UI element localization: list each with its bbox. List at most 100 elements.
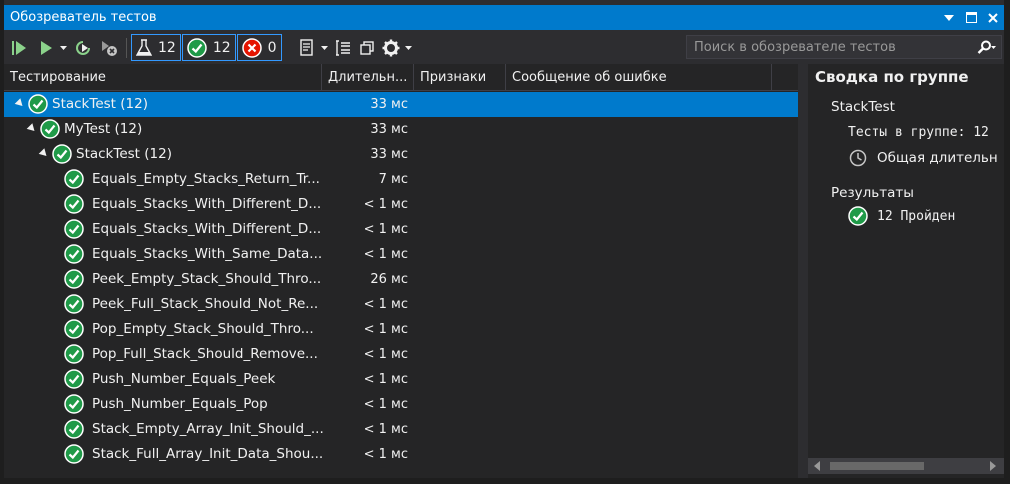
horizontal-scrollbar[interactable] bbox=[808, 458, 1004, 474]
bottom-edge bbox=[0, 478, 1010, 484]
test-row[interactable]: Pop_Full_Stack_Should_Remove... < 1 мс bbox=[4, 342, 798, 367]
test-duration: < 1 мс bbox=[363, 197, 408, 212]
test-name: Stack_Empty_Array_Init_Should_... bbox=[92, 421, 324, 437]
test-row[interactable]: Equals_Empty_Stacks_Return_Tr... 7 мс bbox=[4, 167, 798, 192]
passed-icon bbox=[64, 369, 84, 389]
test-duration: < 1 мс bbox=[363, 347, 408, 362]
scrollbar-thumb[interactable] bbox=[830, 462, 924, 470]
test-duration: 26 мс bbox=[370, 272, 408, 287]
passed-count: 12 bbox=[212, 39, 231, 56]
passed-icon bbox=[52, 144, 72, 164]
passed-icon bbox=[28, 94, 48, 114]
cancel-run-icon[interactable] bbox=[96, 35, 122, 61]
test-row[interactable]: Push_Number_Equals_Peek < 1 мс bbox=[4, 367, 798, 392]
repeat-run-icon[interactable] bbox=[70, 35, 96, 61]
scroll-right-icon[interactable] bbox=[990, 461, 996, 471]
close-icon[interactable] bbox=[982, 7, 1004, 29]
column-duration[interactable]: Длительн... bbox=[322, 64, 414, 91]
dropdown-icon[interactable] bbox=[938, 7, 960, 29]
column-error[interactable]: Сообщение об ошибке bbox=[506, 64, 772, 91]
expand-arrow-icon[interactable] bbox=[38, 148, 50, 159]
column-test[interactable]: Тестирование bbox=[4, 64, 322, 91]
test-row[interactable]: StackTest (12) 33 мс bbox=[4, 142, 798, 167]
passed-icon bbox=[64, 394, 84, 414]
test-duration: < 1 мс bbox=[363, 372, 408, 387]
run-dropdown-icon[interactable] bbox=[56, 35, 70, 61]
test-row[interactable]: Equals_Stacks_With_Different_D... < 1 мс bbox=[4, 192, 798, 217]
flask-icon bbox=[136, 38, 152, 56]
playlist-dropdown-icon[interactable] bbox=[319, 35, 331, 61]
clock-icon bbox=[849, 149, 867, 167]
test-name: Equals_Stacks_With_Different_D... bbox=[92, 196, 322, 212]
test-name: StackTest (12) bbox=[52, 96, 148, 112]
test-row[interactable]: Equals_Stacks_With_Different_D... < 1 мс bbox=[4, 217, 798, 242]
maximize-icon[interactable] bbox=[960, 7, 982, 29]
test-row[interactable]: Peek_Full_Stack_Should_Not_Re... < 1 мс bbox=[4, 292, 798, 317]
settings-dropdown-icon[interactable] bbox=[403, 35, 415, 61]
test-name: Push_Number_Equals_Peek bbox=[92, 371, 276, 387]
test-duration: 33 мс bbox=[370, 97, 408, 112]
expand-arrow-icon[interactable] bbox=[14, 98, 26, 109]
passed-icon bbox=[64, 194, 84, 214]
passed-icon bbox=[187, 37, 207, 58]
playlist-icon[interactable] bbox=[295, 35, 319, 61]
run-icon[interactable] bbox=[36, 35, 56, 61]
search-input[interactable]: Поиск в обозревателе тестов bbox=[687, 40, 973, 55]
test-row[interactable]: MyTest (12) 33 мс bbox=[4, 117, 798, 142]
passed-icon bbox=[64, 344, 84, 364]
test-row[interactable]: Pop_Empty_Stack_Should_Thro... < 1 мс bbox=[4, 317, 798, 342]
test-duration: < 1 мс bbox=[363, 222, 408, 237]
total-count: 12 bbox=[158, 39, 176, 56]
test-name: Equals_Stacks_With_Same_Data... bbox=[92, 246, 323, 262]
passed-icon bbox=[64, 294, 84, 314]
scroll-left-icon[interactable] bbox=[814, 461, 820, 471]
passed-icon bbox=[64, 269, 84, 289]
summary-pane: Сводка по группе StackTest Тесты в групп… bbox=[808, 64, 1004, 478]
test-row[interactable]: Stack_Full_Array_Init_Data_Shou... < 1 мс bbox=[4, 442, 798, 467]
failed-count: 0 bbox=[267, 39, 277, 56]
passed-icon bbox=[64, 244, 84, 264]
run-all-icon[interactable] bbox=[4, 35, 36, 61]
expand-arrow-icon[interactable] bbox=[26, 123, 38, 134]
test-duration: < 1 мс bbox=[363, 247, 408, 262]
group-by-icon[interactable] bbox=[331, 35, 355, 61]
passed-icon bbox=[64, 419, 84, 439]
passed-icon bbox=[40, 119, 60, 139]
search-icon[interactable] bbox=[973, 40, 1001, 54]
window-titlebar: Обозреватель тестов bbox=[4, 5, 1004, 30]
passed-icon bbox=[64, 444, 84, 464]
summary-total-duration: Общая длительн bbox=[877, 150, 998, 166]
test-name: Stack_Full_Array_Init_Data_Shou... bbox=[92, 446, 324, 462]
test-name: Peek_Empty_Stack_Should_Thro... bbox=[92, 271, 322, 287]
passed-icon bbox=[848, 206, 868, 226]
passed-icon bbox=[64, 319, 84, 339]
summary-results-label: Результаты bbox=[831, 185, 914, 201]
toolbar-separator bbox=[126, 37, 127, 58]
summary-group-name: StackTest bbox=[831, 99, 895, 115]
test-name: Equals_Empty_Stacks_Return_Tr... bbox=[92, 171, 320, 187]
test-row[interactable]: Stack_Empty_Array_Init_Should_... < 1 мс bbox=[4, 417, 798, 442]
summary-tests-in-group: Тесты в группе: 12 bbox=[848, 125, 989, 140]
failed-tests-filter[interactable]: 0 bbox=[236, 34, 282, 61]
test-name: StackTest (12) bbox=[76, 146, 172, 162]
test-row[interactable]: Equals_Stacks_With_Same_Data... < 1 мс bbox=[4, 242, 798, 267]
test-name: Pop_Empty_Stack_Should_Thro... bbox=[92, 321, 314, 337]
test-duration: < 1 мс bbox=[363, 422, 408, 437]
passed-icon bbox=[64, 219, 84, 239]
test-row[interactable]: Peek_Empty_Stack_Should_Thro... 26 мс bbox=[4, 267, 798, 292]
test-duration: < 1 мс bbox=[363, 297, 408, 312]
splitter[interactable] bbox=[798, 64, 808, 478]
test-row[interactable]: StackTest (12) 33 мс bbox=[4, 92, 798, 117]
search-box[interactable]: Поиск в обозревателе тестов bbox=[686, 35, 1002, 59]
summary-passed: 12 Пройден bbox=[877, 209, 956, 224]
test-duration: 33 мс bbox=[370, 122, 408, 137]
column-traits[interactable]: Признаки bbox=[414, 64, 506, 91]
gear-icon[interactable] bbox=[379, 35, 403, 61]
total-tests-filter[interactable]: 12 bbox=[131, 34, 181, 61]
summary-heading: Сводка по группе bbox=[815, 68, 969, 86]
test-row[interactable]: Push_Number_Equals_Pop < 1 мс bbox=[4, 392, 798, 417]
copy-icon[interactable] bbox=[355, 35, 379, 61]
passed-tests-filter[interactable]: 12 bbox=[181, 34, 236, 61]
test-duration: < 1 мс bbox=[363, 322, 408, 337]
failed-icon bbox=[241, 37, 262, 58]
